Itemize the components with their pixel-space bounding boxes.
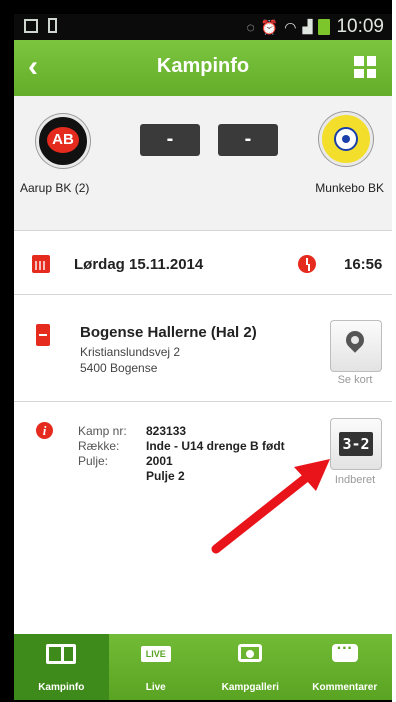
pulje-label: Pulje:: [78, 454, 109, 468]
vibrate-icon: ◌: [246, 19, 255, 35]
signal-icon: ▟: [302, 19, 313, 34]
alarm-icon: ⏰: [260, 18, 279, 35]
status-bar: ◌ ⏰ ◠ ▟ 10:09: [14, 14, 392, 40]
field-icon: [46, 644, 77, 664]
match-header: AB - - Aarup BK (2) Munkebo BK: [14, 96, 392, 231]
sd-card-icon: [48, 18, 57, 33]
status-time: 10:09: [336, 16, 384, 37]
home-team-name[interactable]: Aarup BK (2): [20, 181, 89, 195]
bottom-tab-bar: Kampinfo LIVE Live Kampgalleri Kommentar…: [14, 634, 392, 700]
annotation-arrow-icon: [211, 459, 330, 554]
match-content: AB - - Aarup BK (2) Munkebo BK Lørdag 15…: [14, 96, 392, 634]
kamp-nr-value: 823133: [146, 424, 187, 438]
raekke-label: Række:: [78, 439, 120, 453]
home-score: -: [140, 124, 200, 156]
pulje-value-line2: Pulje 2: [146, 469, 185, 483]
away-team-name[interactable]: Munkebo BK: [315, 181, 384, 195]
schedule-row: Lørdag 15.11.2014 16:56: [14, 238, 392, 295]
match-date: Lørdag 15.11.2014: [74, 256, 204, 273]
map-pin-icon: [342, 327, 368, 353]
map-button[interactable]: [330, 320, 382, 372]
venue-row: Bogense Hallerne (Hal 2) Kristianslundsv…: [14, 306, 392, 402]
venue-name: Bogense Hallerne (Hal 2): [80, 324, 257, 341]
clock-icon: [298, 255, 316, 273]
wifi-icon: ◠: [284, 18, 297, 35]
camera-icon: [238, 644, 263, 662]
kamp-nr-label: Kamp nr:: [78, 424, 127, 438]
tab-kampgalleri-label: Kampgalleri: [221, 682, 279, 693]
tab-live[interactable]: LIVE Live: [109, 634, 204, 700]
tab-kampgalleri[interactable]: Kampgalleri: [203, 634, 298, 700]
annotation-arrow-line: [211, 468, 317, 554]
tab-live-label: Live: [145, 682, 166, 693]
info-icon: i: [36, 422, 53, 439]
venue-address-line1: Kristianslundsvej 2: [80, 345, 181, 359]
page-title: Kampinfo: [156, 55, 250, 77]
calendar-icon: [32, 255, 50, 273]
venue-address-line2: 5400 Bogense: [80, 361, 158, 375]
tab-kommentarer-label: Kommentarer: [312, 682, 378, 693]
battery-icon: [318, 19, 331, 35]
home-logo-text: AB: [47, 127, 79, 153]
tab-kampinfo-label: Kampinfo: [38, 682, 85, 693]
away-team-logo[interactable]: [319, 112, 373, 166]
grid-menu-icon[interactable]: [354, 56, 376, 78]
tab-kommentarer[interactable]: Kommentarer: [298, 634, 393, 700]
chat-icon: [331, 640, 358, 662]
map-button-label[interactable]: Se kort: [325, 374, 385, 386]
away-score: -: [218, 124, 278, 156]
tab-kampinfo[interactable]: Kampinfo: [14, 634, 109, 700]
match-time: 16:56: [344, 256, 383, 273]
screenshot-icon: [24, 18, 38, 33]
home-team-logo[interactable]: AB: [36, 114, 90, 168]
pulje-value-line1: 2001: [146, 454, 173, 468]
pitch-icon: [36, 324, 50, 346]
app-bar: ‹ Kampinfo: [14, 40, 392, 96]
live-icon: LIVE: [140, 646, 171, 662]
